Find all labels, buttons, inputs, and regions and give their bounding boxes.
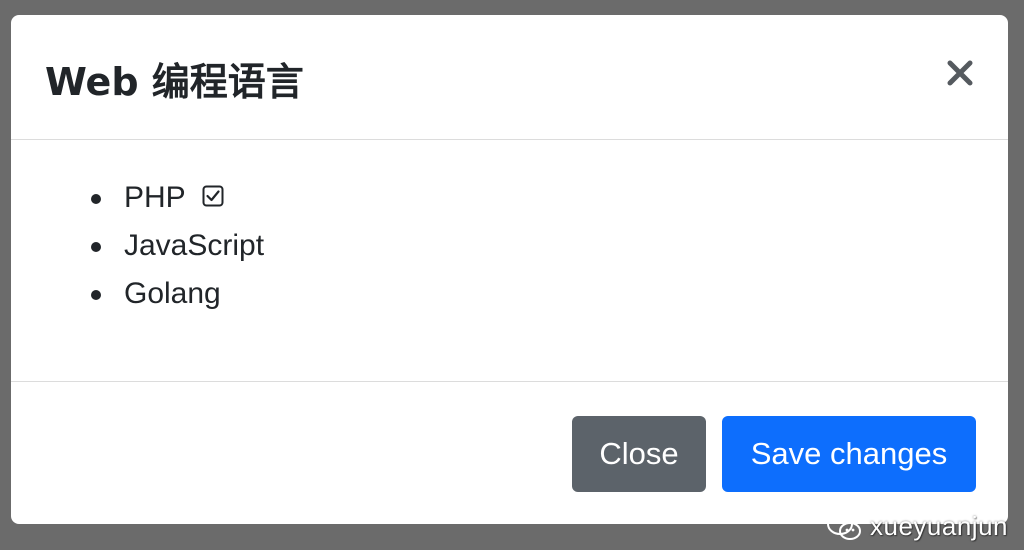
- save-changes-button[interactable]: Save changes: [722, 416, 976, 492]
- checkbox-checked-icon: [202, 185, 223, 207]
- language-list: PHP JavaScript Golang: [91, 174, 264, 318]
- modal-body: PHP JavaScript Golang: [11, 140, 1008, 382]
- modal-footer: Close Save changes: [11, 382, 1008, 524]
- list-item-label: Golang: [124, 277, 221, 310]
- modal-title: Web 编程语言: [45, 60, 304, 104]
- watermark-text: xueyuanjun: [870, 511, 1008, 541]
- close-button[interactable]: Close: [572, 416, 706, 492]
- list-item-label: JavaScript: [124, 229, 265, 262]
- wechat-icon: [827, 512, 861, 540]
- close-x-icon[interactable]: [946, 59, 974, 87]
- bullet-dot: [91, 242, 101, 252]
- bullet-dot: [91, 194, 101, 204]
- watermark: xueyuanjun: [826, 511, 1008, 542]
- list-item-label: PHP: [124, 181, 186, 214]
- modal-header: Web 编程语言: [11, 15, 1008, 140]
- list-item: JavaScript: [91, 222, 264, 270]
- list-item: Golang: [91, 270, 264, 318]
- modal-dialog: Web 编程语言 PHP JavaScript Golang Close Sav…: [11, 15, 1008, 524]
- bullet-dot: [91, 290, 101, 300]
- list-item: PHP: [91, 174, 264, 222]
